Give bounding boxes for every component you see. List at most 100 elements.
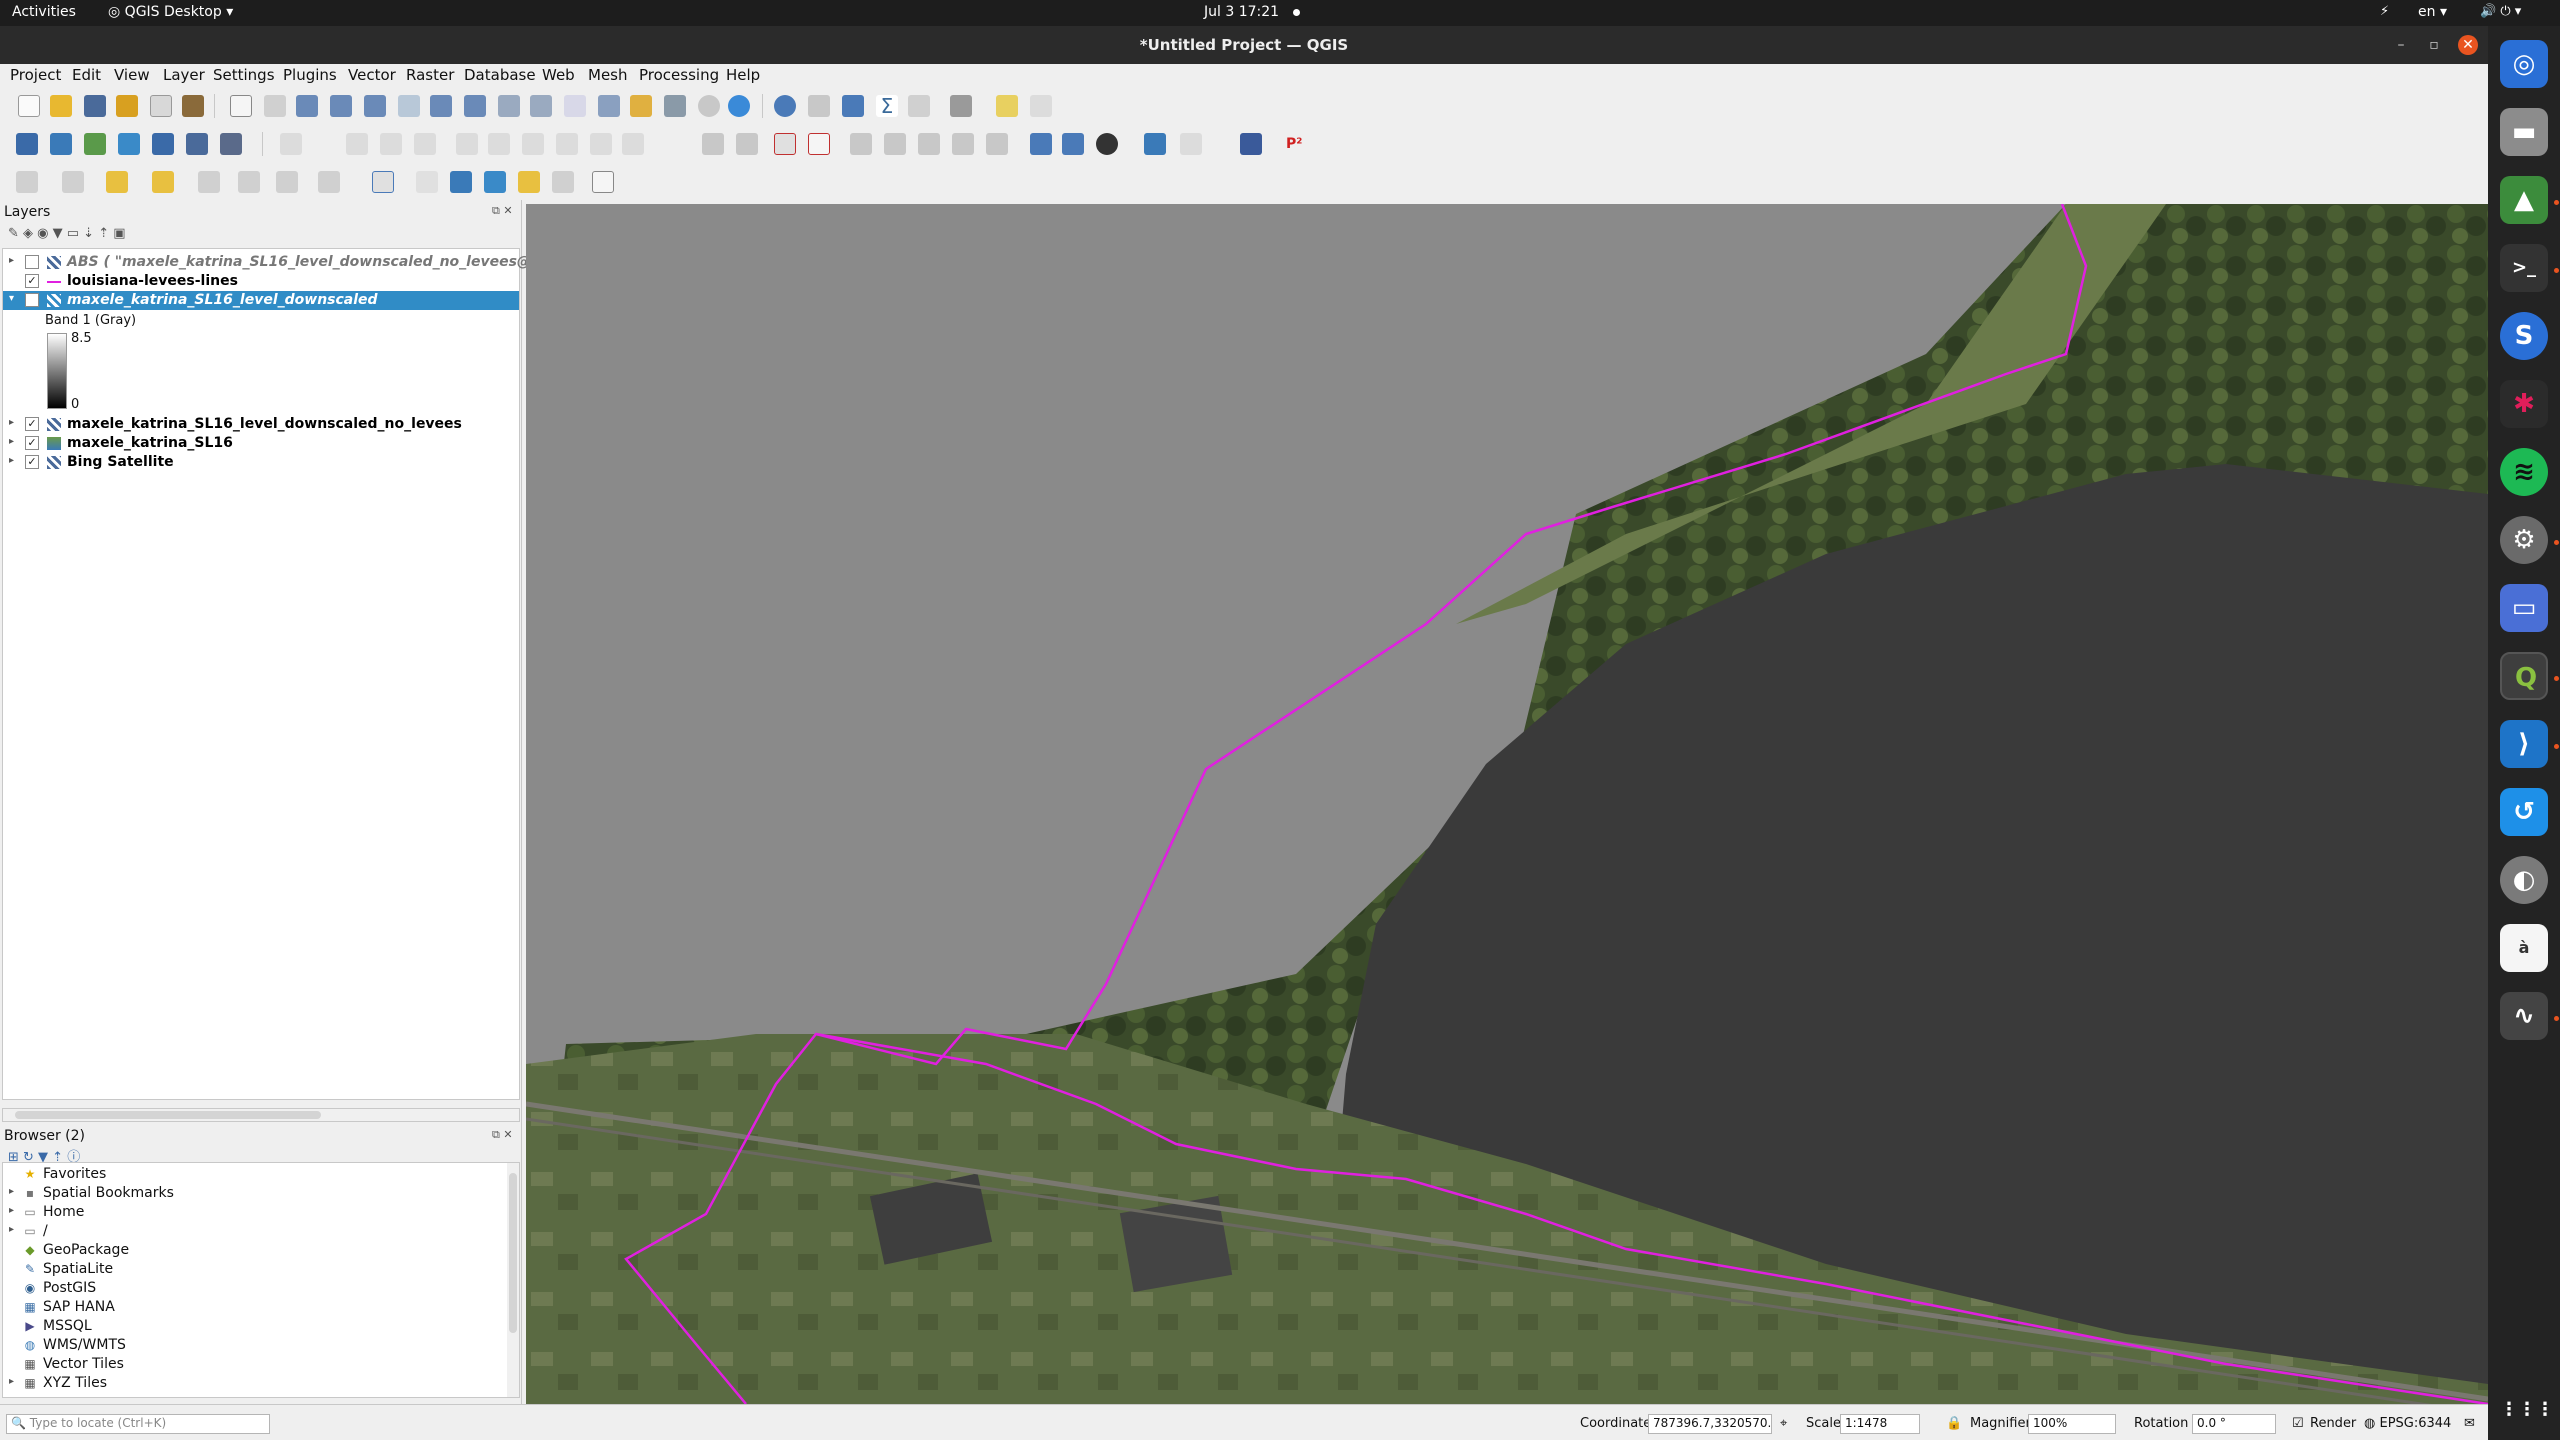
style-manager-icon[interactable] bbox=[182, 95, 204, 117]
minimize-button[interactable]: – bbox=[2390, 34, 2412, 56]
remote-icon[interactable]: ↺ bbox=[2500, 788, 2548, 836]
cut-features-icon[interactable] bbox=[488, 133, 510, 155]
text-tool-icon[interactable] bbox=[552, 171, 574, 193]
menu-raster[interactable]: Raster bbox=[406, 66, 454, 84]
maximize-button[interactable]: ▫ bbox=[2423, 34, 2445, 56]
layer-visibility-checkbox[interactable]: ✓ bbox=[25, 417, 39, 431]
chromium-icon[interactable]: ◎ bbox=[2500, 40, 2548, 88]
network-icon[interactable]: ⚡ bbox=[2380, 4, 2389, 19]
browser-item[interactable]: ▦ SAP HANA bbox=[3, 1298, 503, 1317]
menu-layer[interactable]: Layer bbox=[163, 66, 205, 84]
star-tool-icon[interactable] bbox=[518, 171, 540, 193]
layer-row-sl16[interactable]: ▸ ✓ maxele_katrina_SL16 bbox=[3, 434, 519, 453]
activities-button[interactable]: Activities bbox=[12, 4, 76, 20]
save-project-icon[interactable] bbox=[84, 95, 106, 117]
zoom-to-selection-icon[interactable] bbox=[398, 95, 420, 117]
offset-curve-icon[interactable] bbox=[318, 171, 340, 193]
layer-row-downscaled[interactable]: ▾ maxele_katrina_SL16_level_downscaled bbox=[3, 291, 519, 310]
label-tool-icon[interactable] bbox=[702, 133, 724, 155]
split-features-icon[interactable] bbox=[276, 171, 298, 193]
snapping-icon[interactable] bbox=[1180, 133, 1202, 155]
open-project-icon[interactable] bbox=[50, 95, 72, 117]
add-wms-layer-icon[interactable] bbox=[186, 133, 208, 155]
label-pin-icon[interactable] bbox=[736, 133, 758, 155]
digitize-icon[interactable] bbox=[380, 133, 402, 155]
add-wfs-icon[interactable] bbox=[1030, 133, 1052, 155]
simplenote-icon[interactable]: S bbox=[2500, 312, 2548, 360]
text-editor-icon[interactable]: à bbox=[2500, 924, 2548, 972]
copy-features-icon[interactable] bbox=[522, 133, 544, 155]
layers-panel-toolbar[interactable]: ✎ ◈ ◉ ▼ ▭ ⇣ ⇡ ▣ bbox=[8, 226, 228, 246]
expand-icon[interactable]: ▸ bbox=[9, 455, 14, 466]
layer-visibility-checkbox[interactable] bbox=[25, 255, 39, 269]
redo-icon[interactable] bbox=[622, 133, 644, 155]
browser-item[interactable]: ◆ GeoPackage bbox=[3, 1241, 503, 1260]
scale-field[interactable]: 1:1478 bbox=[1840, 1414, 1920, 1434]
browser-item[interactable]: ▸ ▭ Home bbox=[3, 1203, 503, 1222]
annotation-text-icon[interactable] bbox=[592, 171, 614, 193]
print-layout-icon[interactable] bbox=[150, 95, 172, 117]
attribute-table-icon[interactable] bbox=[808, 95, 830, 117]
browser-item[interactable]: ✎ SpatiaLite bbox=[3, 1260, 503, 1279]
label-callout-icon[interactable] bbox=[986, 133, 1008, 155]
label-highlight-icon[interactable] bbox=[774, 133, 796, 155]
paste-features-icon[interactable] bbox=[556, 133, 578, 155]
zoom-last-icon[interactable] bbox=[498, 95, 520, 117]
expand-icon[interactable]: ▸ bbox=[9, 1224, 14, 1235]
menu-edit[interactable]: Edit bbox=[72, 66, 101, 84]
slack-icon[interactable]: ✱ bbox=[2500, 380, 2548, 428]
crs-button[interactable]: ◍ EPSG:6344 bbox=[2364, 1416, 2451, 1431]
magnifier-field[interactable]: 100% bbox=[2028, 1414, 2116, 1434]
statistics-icon[interactable]: Σ bbox=[876, 95, 898, 117]
measure-line-icon[interactable] bbox=[950, 95, 972, 117]
show-apps-icon[interactable]: ⋮⋮⋮ bbox=[2500, 1386, 2554, 1434]
select-by-value-icon[interactable] bbox=[62, 171, 84, 193]
new-map-view-icon[interactable] bbox=[564, 95, 586, 117]
add-wcs-icon[interactable] bbox=[1062, 133, 1084, 155]
expand-icon[interactable]: ▸ bbox=[9, 1376, 14, 1387]
search-icon[interactable] bbox=[1030, 95, 1052, 117]
browser-item[interactable]: ★ Favorites bbox=[3, 1165, 503, 1184]
menu-view[interactable]: View bbox=[114, 66, 150, 84]
field-calculator-icon[interactable] bbox=[908, 95, 930, 117]
browser-item[interactable]: ◍ WMS/WMTS bbox=[3, 1336, 503, 1355]
spotify-icon[interactable]: ≋ bbox=[2500, 448, 2548, 496]
temporal-controller-icon[interactable] bbox=[698, 95, 720, 117]
menu-processing[interactable]: Processing bbox=[639, 66, 719, 84]
layer-row-no-levees[interactable]: ▸ ✓ maxele_katrina_SL16_level_downscaled… bbox=[3, 415, 519, 434]
label-show-hide-icon[interactable] bbox=[808, 133, 830, 155]
locator-search-input[interactable]: 🔍 Type to locate (Ctrl+K) bbox=[6, 1414, 270, 1434]
lock-scale-icon[interactable]: 🔒 bbox=[1946, 1416, 1962, 1431]
map-tips-icon[interactable] bbox=[996, 95, 1018, 117]
vertex-tool-icon[interactable] bbox=[414, 133, 436, 155]
expand-icon[interactable]: ▸ bbox=[9, 255, 14, 266]
label-move-icon[interactable] bbox=[850, 133, 872, 155]
add-vector-layer-icon[interactable] bbox=[84, 133, 106, 155]
zoom-native-icon[interactable] bbox=[464, 95, 486, 117]
coordinate-field[interactable]: 787396.7,3320570.7 bbox=[1648, 1414, 1772, 1434]
coordinate-toggle-icon[interactable]: ⌖ bbox=[1780, 1416, 1787, 1431]
layers-horizontal-scrollbar[interactable] bbox=[2, 1108, 520, 1122]
layer-row-bing[interactable]: ▸ ✓ Bing Satellite bbox=[3, 453, 519, 472]
qgis-icon[interactable]: Q bbox=[2500, 652, 2548, 700]
app-menu-button[interactable]: ◎ QGIS Desktop ▾ bbox=[108, 4, 233, 20]
save-edits-icon[interactable] bbox=[346, 133, 368, 155]
menu-plugins[interactable]: Plugins bbox=[283, 66, 337, 84]
zoom-to-layer-icon[interactable] bbox=[430, 95, 452, 117]
zoom-in-icon[interactable] bbox=[296, 95, 318, 117]
layer-row-abs[interactable]: ▸ ABS ( "maxele_katrina_SL16_level_downs… bbox=[3, 253, 561, 272]
add-raster-layer-icon[interactable] bbox=[118, 133, 140, 155]
files-icon[interactable]: ▬ bbox=[2500, 108, 2548, 156]
data-source-manager-icon[interactable] bbox=[16, 133, 38, 155]
label-rotate-icon[interactable] bbox=[884, 133, 906, 155]
identify-icon[interactable] bbox=[774, 95, 796, 117]
layer-visibility-checkbox[interactable]: ✓ bbox=[25, 455, 39, 469]
browser-item[interactable]: ▸ ▪ Spatial Bookmarks bbox=[3, 1184, 503, 1203]
screenshot-icon[interactable]: ▭ bbox=[2500, 584, 2548, 632]
zoom-full-icon[interactable] bbox=[364, 95, 386, 117]
node-tool-icon[interactable] bbox=[484, 171, 506, 193]
browser-item[interactable]: ◉ PostGIS bbox=[3, 1279, 503, 1298]
expand-icon[interactable]: ▸ bbox=[9, 417, 14, 428]
new-project-icon[interactable] bbox=[18, 95, 40, 117]
pan-icon[interactable] bbox=[230, 95, 252, 117]
